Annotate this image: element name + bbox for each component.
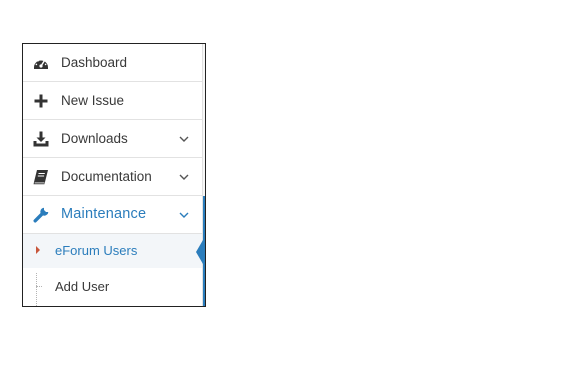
menu-item-label: Downloads [61,131,128,146]
menu-item-documentation[interactable]: Documentation [23,158,202,196]
menu-item-label: New Issue [61,93,125,108]
plus-icon [33,93,49,109]
menu-item-label: Maintenance [61,206,147,222]
menu-item-maintenance[interactable]: Maintenance [23,196,202,234]
caret-right-icon [36,246,40,254]
menu-item-label: Dashboard [61,55,128,70]
wrench-icon [33,207,49,223]
tachometer-icon [33,55,49,71]
menu-item-downloads[interactable]: Downloads [23,120,202,158]
submenu-item-add-user[interactable]: Add User [23,270,202,304]
chevron-down-icon[interactable] [178,171,190,183]
submenu-item-label: eForum Users [55,243,138,258]
menu-item-label: Documentation [61,169,152,184]
book-icon [33,169,49,185]
sidebar-menu: Dashboard New Issue Downloads Documentat… [22,43,206,307]
menu-item-new-issue[interactable]: New Issue [23,82,202,120]
chevron-down-icon[interactable] [178,209,190,221]
submenu-item-eforum-users[interactable]: eForum Users [23,234,202,268]
active-section-indicator [203,196,205,306]
chevron-down-icon[interactable] [178,133,190,145]
menu-item-dashboard[interactable]: Dashboard [23,44,202,82]
tree-branch [36,286,42,287]
active-item-pointer [196,240,203,264]
submenu-item-label: Add User [55,279,110,294]
download-icon [33,131,49,147]
